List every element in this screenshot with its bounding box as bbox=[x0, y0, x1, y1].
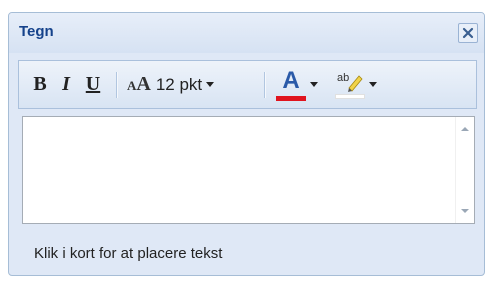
italic-icon: I bbox=[62, 73, 70, 95]
font-color-button[interactable]: A bbox=[275, 61, 319, 108]
scroll-up-icon[interactable] bbox=[461, 127, 469, 131]
formatting-toolbar: B I U AA 12 pkt A ab bbox=[18, 60, 477, 109]
toolbar-separator bbox=[116, 72, 117, 98]
text-input-area[interactable] bbox=[22, 116, 475, 224]
chevron-down-icon bbox=[369, 82, 377, 87]
underline-icon: U bbox=[85, 73, 101, 95]
scroll-down-icon[interactable] bbox=[461, 209, 469, 213]
chevron-down-icon bbox=[206, 82, 215, 87]
highlight-icon: ab bbox=[335, 68, 365, 102]
svg-text:ab: ab bbox=[337, 72, 349, 84]
font-size-icon: AA bbox=[127, 73, 151, 95]
close-button[interactable] bbox=[458, 23, 478, 43]
italic-button[interactable]: I bbox=[55, 61, 77, 108]
underline-button[interactable]: U bbox=[82, 61, 104, 108]
highlight-color-button[interactable]: ab bbox=[333, 61, 379, 108]
font-size-dropdown[interactable]: AA 12 pkt bbox=[127, 61, 255, 108]
font-color-swatch bbox=[276, 95, 306, 101]
close-icon bbox=[462, 27, 474, 39]
panel-title: Tegn bbox=[19, 23, 54, 40]
chevron-down-icon bbox=[310, 82, 318, 87]
bold-icon: B bbox=[33, 73, 47, 95]
panel-header: Tegn bbox=[9, 13, 484, 53]
highlight-color-swatch bbox=[335, 93, 365, 99]
placement-hint: Klik i kort for at placere tekst bbox=[34, 245, 223, 262]
vertical-scrollbar[interactable] bbox=[455, 117, 474, 223]
font-size-value: 12 pkt bbox=[155, 74, 203, 94]
toolbar-separator bbox=[264, 72, 265, 98]
bold-button[interactable]: B bbox=[29, 61, 51, 108]
text-tool-panel: Tegn B I U AA 12 pkt A ab Klik i kort fo… bbox=[8, 12, 485, 276]
font-color-icon: A bbox=[276, 67, 306, 102]
